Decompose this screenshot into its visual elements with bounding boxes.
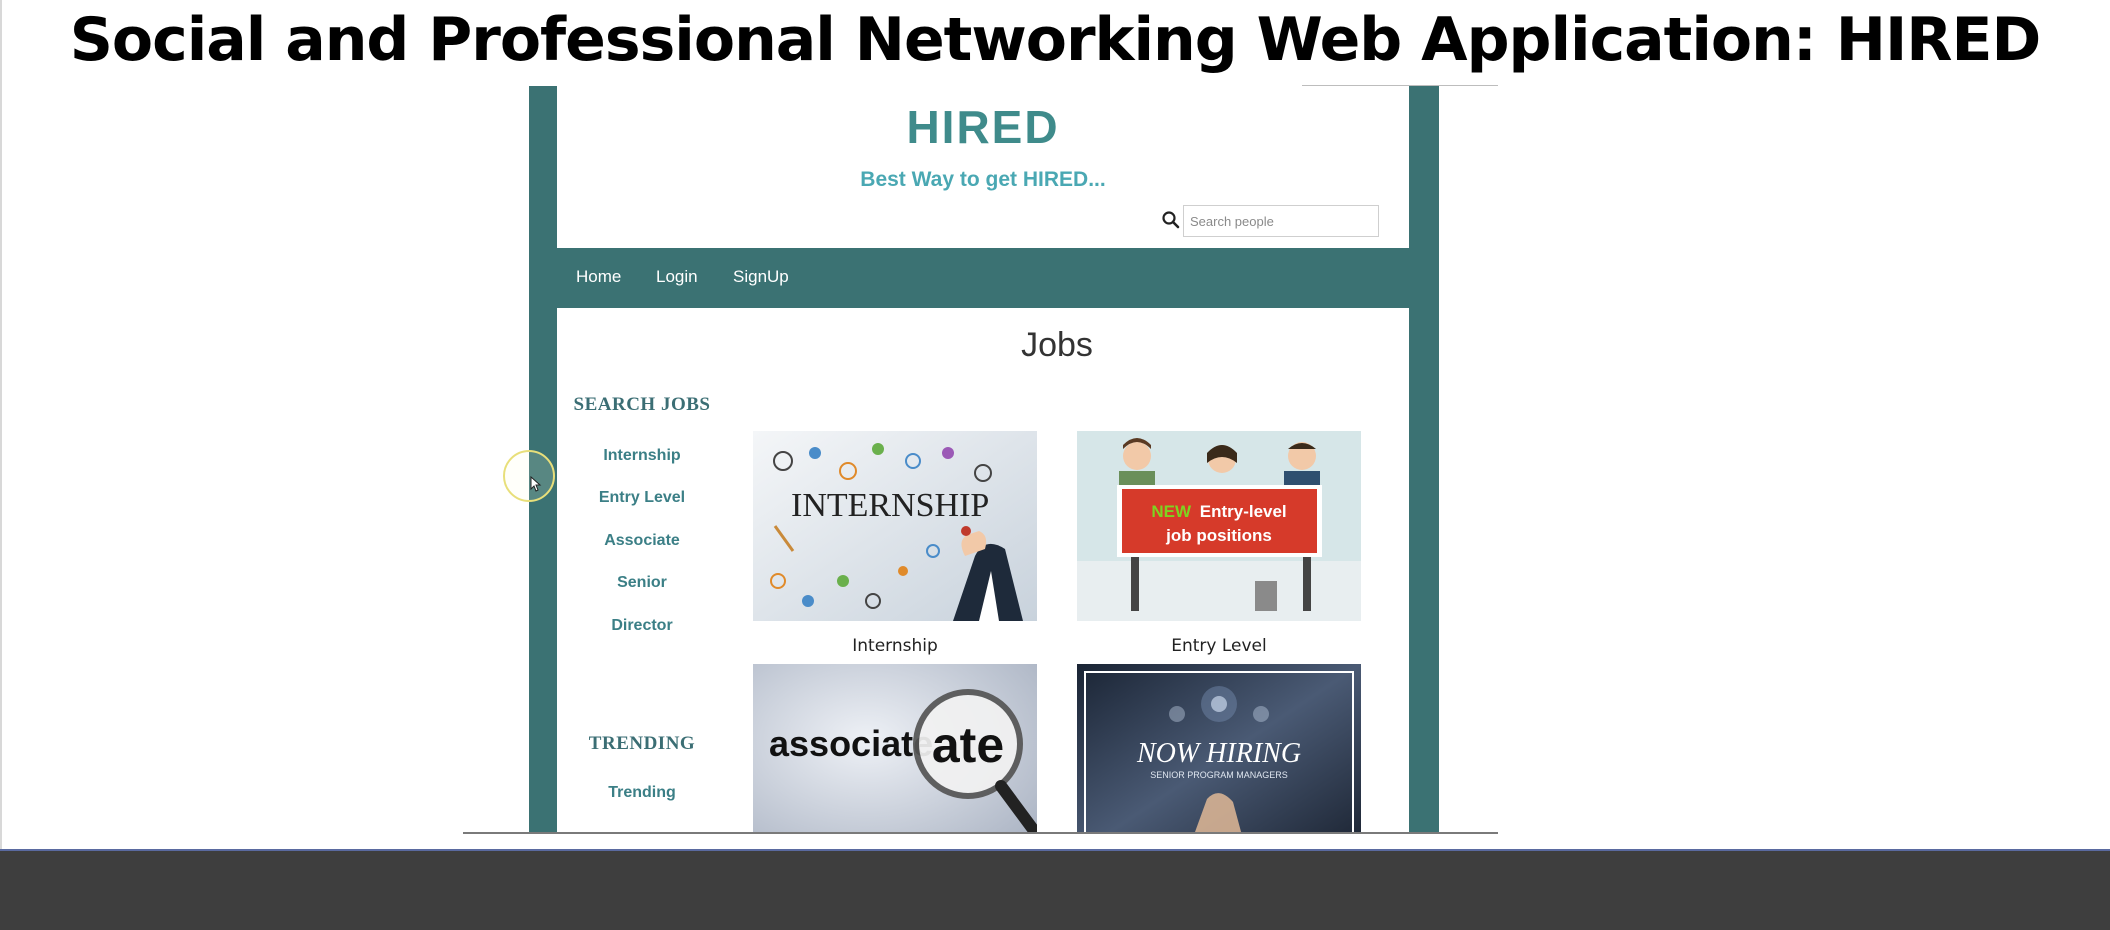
associate-image-text: associate: [769, 723, 933, 764]
player-control-bar: [0, 849, 2110, 930]
senior-image[interactable]: NOW HIRING SENIOR PROGRAM MANAGERS: [1077, 664, 1361, 833]
search-jobs-heading: SEARCH JOBS: [573, 394, 711, 415]
web-app-screenshot: HIRED Best Way to get HIRED... Home Logi…: [529, 86, 1439, 833]
job-card-entry-level[interactable]: NEW Entry-level job positions Entry Leve…: [1077, 431, 1361, 656]
internship-image-text: INTERNSHIP: [791, 487, 989, 524]
entry-level-image-new: NEW: [1151, 502, 1192, 521]
job-caption-internship: Internship: [852, 636, 938, 656]
sidebar-link-internship[interactable]: Internship: [557, 447, 727, 465]
slide-title: Social and Professional Networking Web A…: [69, 5, 2042, 75]
frame-bottom-line: [463, 832, 1498, 834]
sidebar-link-associate[interactable]: Associate: [557, 532, 727, 550]
entry-level-image-line2: job positions: [1165, 526, 1272, 545]
entry-level-image-line1: Entry-level: [1200, 502, 1287, 521]
site-tagline: Best Way to get HIRED...: [860, 168, 1106, 191]
search-icon[interactable]: [1161, 210, 1181, 230]
search-people-input[interactable]: [1183, 205, 1379, 237]
cursor-highlight: [503, 450, 555, 502]
job-card-internship[interactable]: INTERNSHIP Internship: [753, 431, 1037, 656]
associate-image[interactable]: associate ate: [753, 664, 1041, 833]
nav-signup[interactable]: SignUp: [733, 267, 789, 287]
main-navbar: Home Login SignUp: [557, 248, 1409, 308]
sidebar-link-director[interactable]: Director: [557, 617, 727, 635]
app-content: HIRED Best Way to get HIRED... Home Logi…: [557, 86, 1409, 833]
window-left-edge: [0, 0, 2, 849]
sidebar-link-trending[interactable]: Trending: [557, 784, 727, 802]
senior-image-sub-text: SENIOR PROGRAM MANAGERS: [1150, 770, 1288, 780]
sidebar-link-senior[interactable]: Senior: [557, 574, 727, 592]
site-logo[interactable]: HIRED: [557, 100, 1409, 154]
nav-login[interactable]: Login: [656, 267, 698, 287]
svg-text:ate: ate: [932, 717, 1004, 773]
internship-image[interactable]: INTERNSHIP: [753, 431, 1037, 621]
senior-image-main-text: NOW HIRING: [1136, 738, 1301, 769]
nav-home[interactable]: Home: [576, 267, 621, 287]
entry-level-image[interactable]: NEW Entry-level job positions: [1077, 431, 1361, 621]
sidebar-link-entry-level[interactable]: Entry Level: [557, 489, 727, 507]
mouse-cursor-icon: [530, 476, 542, 492]
job-caption-entry-level: Entry Level: [1171, 636, 1267, 656]
svg-text:NEW Entry-level: NEW Entry-level: [1151, 502, 1286, 521]
trending-heading: TRENDING: [588, 733, 696, 754]
job-card-associate[interactable]: associate ate: [753, 664, 1041, 833]
job-card-senior[interactable]: NOW HIRING SENIOR PROGRAM MANAGERS: [1077, 664, 1361, 833]
page-title: Jobs: [1021, 326, 1093, 364]
site-header: HIRED Best Way to get HIRED...: [557, 86, 1409, 248]
